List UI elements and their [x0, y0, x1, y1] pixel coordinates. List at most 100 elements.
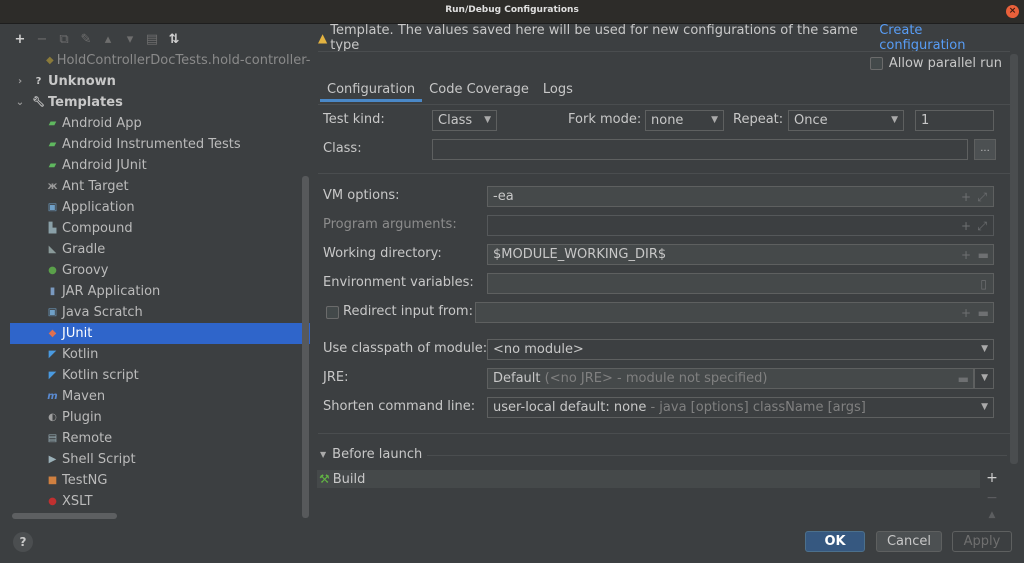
- cancel-button[interactable]: Cancel: [876, 531, 942, 552]
- folder-icon[interactable]: ▤: [144, 32, 160, 48]
- tree-vertical-scrollbar[interactable]: [302, 176, 309, 518]
- remove-task-button[interactable]: −: [982, 490, 1002, 510]
- create-configuration-link[interactable]: Create configuration: [879, 23, 1010, 53]
- tab-code-coverage[interactable]: Code Coverage: [422, 80, 536, 102]
- maven-icon: m: [47, 391, 58, 402]
- tree-item-junit[interactable]: ◆ JUnit: [10, 323, 310, 344]
- collapse-icon[interactable]: ▼: [320, 450, 326, 459]
- edit-env-icon[interactable]: ▯: [980, 275, 987, 293]
- insert-macro-icon[interactable]: +: [961, 188, 971, 206]
- tree-item-testng[interactable]: ■ TestNG: [10, 470, 310, 491]
- tree-item-maven[interactable]: m Maven: [10, 386, 310, 407]
- tree-item-android-instrumented-tests[interactable]: ▰ Android Instrumented Tests: [10, 134, 310, 155]
- apply-button[interactable]: Apply: [952, 531, 1012, 552]
- tree-item-xslt[interactable]: ● XSLT: [10, 491, 310, 512]
- working-directory-input[interactable]: $MODULE_WORKING_DIR$ + ▬: [487, 244, 994, 265]
- chevron-down-icon[interactable]: ⌄: [14, 97, 26, 108]
- help-button[interactable]: ?: [13, 532, 33, 552]
- sort-icon[interactable]: ⇅: [166, 32, 182, 48]
- tree-item-remote[interactable]: ▤ Remote: [10, 428, 310, 449]
- jre-label: JRE:: [323, 370, 349, 385]
- shell-icon: ▶: [48, 454, 57, 465]
- ok-button[interactable]: OK: [805, 531, 865, 552]
- repeat-count-input[interactable]: 1: [915, 110, 994, 131]
- tab-configuration[interactable]: Configuration: [320, 80, 423, 102]
- add-icon[interactable]: +: [12, 32, 28, 48]
- tree-item-application[interactable]: ▣ Application: [10, 197, 310, 218]
- before-launch-task[interactable]: ⚒ Build: [317, 470, 980, 488]
- fork-mode-select[interactable]: none ▼: [645, 110, 724, 131]
- environment-variables-label: Environment variables:: [323, 275, 474, 290]
- folder-icon[interactable]: ▬: [978, 304, 989, 322]
- move-up-button[interactable]: ▲: [982, 510, 1002, 530]
- tree-item-java-scratch[interactable]: ▣ Java Scratch: [10, 302, 310, 323]
- tree-item-android-junit[interactable]: ▰ Android JUnit: [10, 155, 310, 176]
- allow-parallel-run[interactable]: Allow parallel run: [869, 56, 1002, 71]
- tree-item-gradle[interactable]: ◣ Gradle: [10, 239, 310, 260]
- plugin-icon: ◐: [48, 412, 57, 423]
- tree-toolbar: + − ⧉ ✎ ▴ ▾ ▤ ⇅: [12, 30, 182, 50]
- program-arguments-input[interactable]: + ⤢: [487, 215, 994, 236]
- repeat-label: Repeat:: [733, 112, 784, 127]
- allow-parallel-run-checkbox[interactable]: [869, 57, 883, 70]
- tree-item-jar-application[interactable]: ▮ JAR Application: [10, 281, 310, 302]
- vm-options-input[interactable]: -ea + ⤢: [487, 186, 994, 207]
- kotlin-icon: ◤: [48, 349, 57, 360]
- insert-macro-icon[interactable]: +: [961, 246, 971, 264]
- chevron-down-icon: ▼: [981, 344, 988, 354]
- test-kind-select[interactable]: Class ▼: [432, 110, 497, 131]
- form-vertical-scrollbar[interactable]: [1010, 54, 1018, 464]
- expand-icon[interactable]: ⤢: [977, 217, 987, 235]
- chevron-right-icon[interactable]: ›: [14, 76, 26, 87]
- before-launch-actions: + − ▲: [982, 470, 1002, 530]
- application-icon: ▣: [47, 202, 58, 213]
- redirect-input-field[interactable]: + ▬: [475, 302, 994, 323]
- folder-icon[interactable]: ▬: [958, 370, 969, 388]
- tree-item-kotlin-script[interactable]: ◤ Kotlin script: [10, 365, 310, 386]
- tree-item-groovy[interactable]: ● Groovy: [10, 260, 310, 281]
- warning-icon: ▲: [318, 31, 328, 45]
- tab-logs[interactable]: Logs: [536, 80, 580, 102]
- move-down-icon[interactable]: ▾: [122, 32, 138, 48]
- jre-dropdown-button[interactable]: ▼: [974, 368, 994, 389]
- add-task-button[interactable]: +: [982, 470, 1002, 490]
- expand-icon[interactable]: ⤢: [977, 188, 987, 206]
- remote-icon: ▤: [47, 433, 58, 444]
- tree-item-android-app[interactable]: ▰ Android App: [10, 113, 310, 134]
- environment-variables-input[interactable]: ▯: [487, 273, 994, 294]
- classpath-module-select[interactable]: <no module> ▼: [487, 339, 994, 360]
- tab-bar: Configuration Code Coverage Logs: [320, 80, 580, 102]
- divider: [427, 455, 1007, 456]
- shorten-command-line-label: Shorten command line:: [323, 399, 476, 414]
- move-up-icon[interactable]: ▴: [100, 32, 116, 48]
- insert-macro-icon[interactable]: +: [961, 304, 971, 322]
- tree-item-ant-target[interactable]: ж Ant Target: [10, 176, 310, 197]
- divider: [318, 173, 1010, 174]
- tree-item-unknown[interactable]: › ? Unknown: [10, 71, 310, 92]
- class-input[interactable]: [432, 139, 968, 160]
- tree-item-kotlin[interactable]: ◤ Kotlin: [10, 344, 310, 365]
- redirect-input-checkbox[interactable]: [326, 306, 339, 319]
- tree-item-shell-script[interactable]: ▶ Shell Script: [10, 449, 310, 470]
- tree-item-compound[interactable]: ▙ Compound: [10, 218, 310, 239]
- insert-macro-icon[interactable]: +: [961, 217, 971, 235]
- jre-input[interactable]: Default (<no JRE> - module not specified…: [487, 368, 974, 389]
- tree-horizontal-scrollbar[interactable]: [12, 513, 117, 519]
- tree-item[interactable]: ◆ HoldControllerDocTests.hold-controller…: [10, 50, 310, 71]
- remove-icon[interactable]: −: [34, 32, 50, 48]
- shorten-command-line-select[interactable]: user-local default: none - java [options…: [487, 397, 994, 418]
- copy-icon[interactable]: ⧉: [56, 32, 72, 48]
- close-window-button[interactable]: ×: [1006, 5, 1019, 18]
- folder-icon[interactable]: ▬: [978, 246, 989, 264]
- before-launch-header[interactable]: ▼ Before launch: [320, 447, 422, 462]
- browse-class-button[interactable]: ...: [974, 139, 996, 160]
- run-debug-dialog: + − ⧉ ✎ ▴ ▾ ▤ ⇅ ◆ HoldControllerDocTests…: [0, 23, 1024, 563]
- tree-item-plugin[interactable]: ◐ Plugin: [10, 407, 310, 428]
- divider: [318, 433, 1010, 434]
- repeat-select[interactable]: Once ▼: [788, 110, 904, 131]
- title-bar: Run/Debug Configurations ×: [0, 0, 1024, 24]
- tree-item-templates[interactable]: ⌄ 🔧︎ Templates: [10, 92, 310, 113]
- groovy-icon: ●: [48, 265, 57, 276]
- hammer-icon: ⚒: [319, 472, 330, 486]
- wrench-icon[interactable]: ✎: [78, 32, 94, 48]
